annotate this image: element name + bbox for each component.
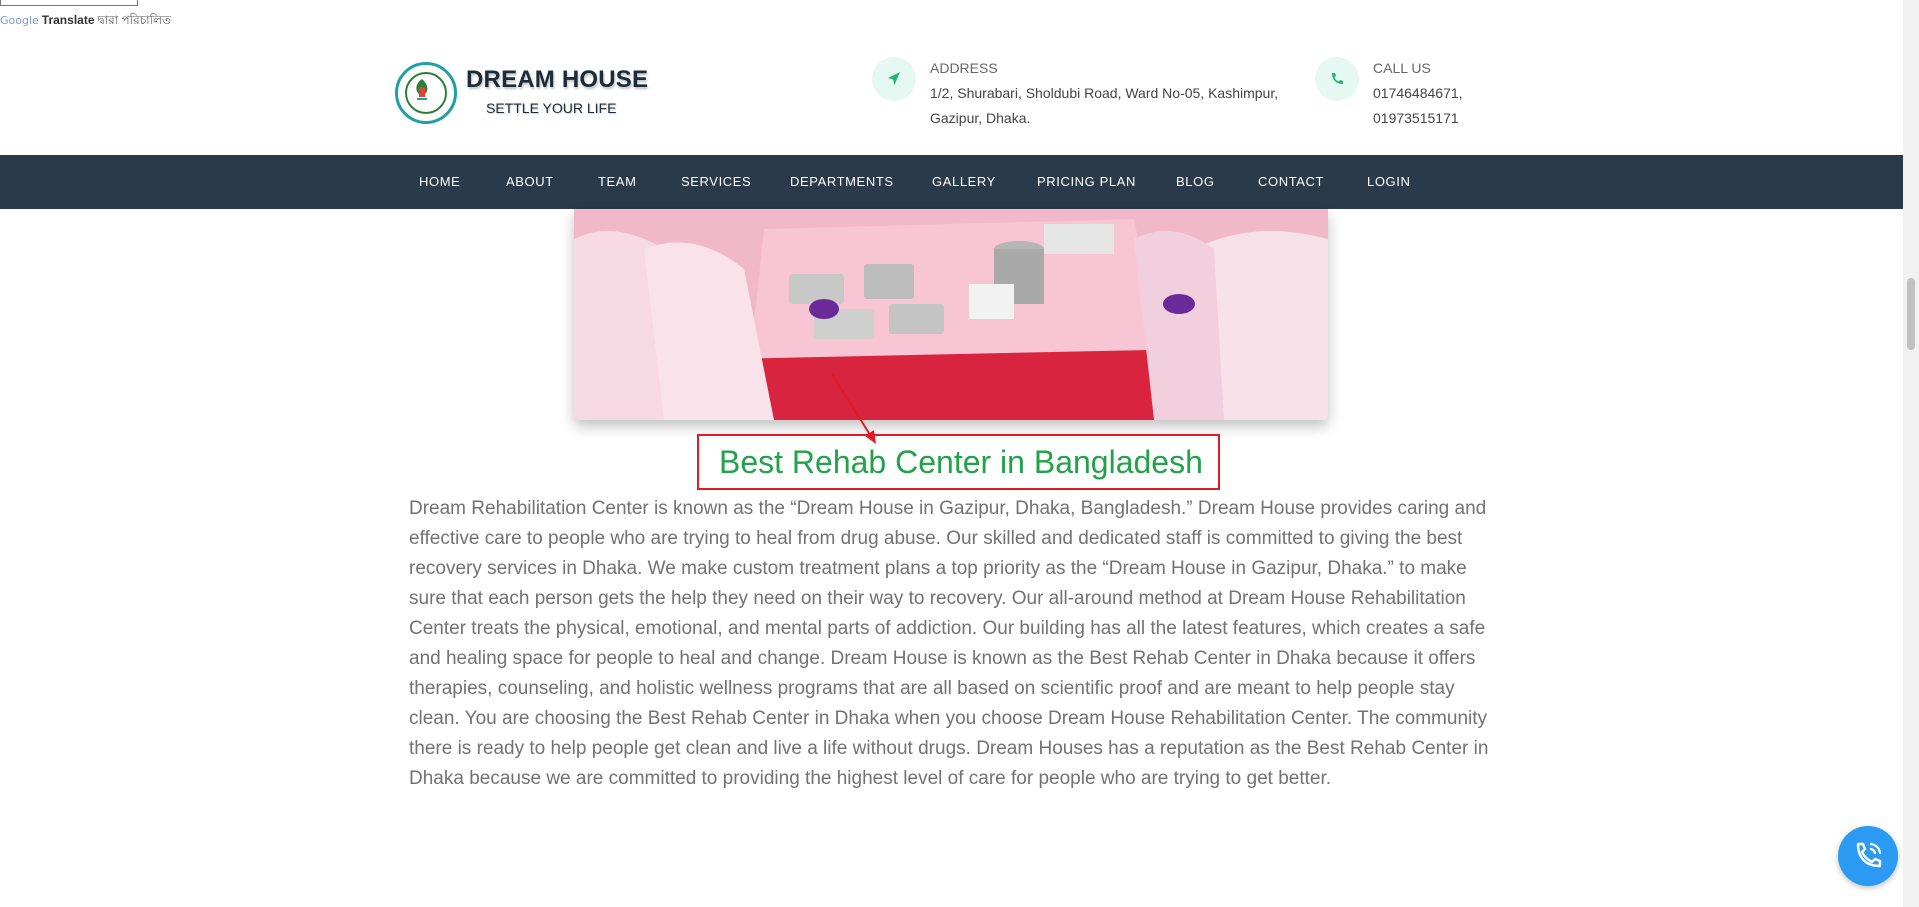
nav-item-contact[interactable]: CONTACT bbox=[1258, 155, 1324, 209]
google-translate-bar: Google Translate দ্বারা পরিচালিত bbox=[0, 12, 171, 29]
nav-item-home[interactable]: HOME bbox=[419, 155, 460, 209]
page-scrollbar[interactable] bbox=[1903, 0, 1919, 907]
brand-tagline: SETTLE YOUR LIFE bbox=[486, 100, 617, 116]
translate-suffix: দ্বারা পরিচালিত bbox=[97, 13, 172, 27]
nav-item-blog[interactable]: BLOG bbox=[1176, 155, 1215, 209]
call-fab-button[interactable] bbox=[1838, 826, 1898, 886]
nav-item-login[interactable]: LOGIN bbox=[1367, 155, 1410, 209]
hero-image bbox=[574, 209, 1328, 420]
nav-item-pricing-plan[interactable]: PRICING PLAN bbox=[1037, 155, 1136, 209]
address-label: ADDRESS bbox=[930, 60, 998, 76]
nav-item-gallery[interactable]: GALLERY bbox=[932, 155, 996, 209]
brand-name[interactable]: DREAM HOUSE bbox=[466, 66, 648, 94]
translate-link[interactable]: Translate bbox=[42, 13, 95, 27]
main-navbar: HOME ABOUT TEAM SERVICES DEPARTMENTS GAL… bbox=[0, 155, 1903, 209]
address-line-1: 1/2, Shurabari, Sholdubi Road, Ward No-0… bbox=[930, 85, 1279, 101]
phone-number-2[interactable]: 01973515171 bbox=[1373, 106, 1463, 131]
brand-logo[interactable] bbox=[395, 62, 457, 124]
scrollbar-thumb[interactable] bbox=[1907, 278, 1915, 350]
phone-number-1[interactable]: 01746484671, bbox=[1373, 81, 1463, 106]
nav-item-departments[interactable]: DEPARTMENTS bbox=[790, 155, 894, 209]
location-arrow-icon bbox=[872, 57, 916, 101]
call-numbers: 01746484671, 01973515171 bbox=[1373, 81, 1463, 131]
heading-highlight-box: Best Rehab Center in Bangladesh bbox=[697, 434, 1220, 490]
nav-item-services[interactable]: SERVICES bbox=[681, 155, 751, 209]
call-label: CALL US bbox=[1373, 60, 1431, 76]
nav-item-about[interactable]: ABOUT bbox=[506, 155, 554, 209]
address-line-2: Gazipur, Dhaka. bbox=[930, 110, 1031, 126]
phone-icon bbox=[1315, 57, 1359, 101]
address-text: 1/2, Shurabari, Sholdubi Road, Ward No-0… bbox=[930, 81, 1278, 131]
section-heading: Best Rehab Center in Bangladesh bbox=[719, 444, 1203, 480]
logo-mark-icon bbox=[416, 79, 428, 100]
body-paragraph: Dream Rehabilitation Center is known as … bbox=[409, 498, 1489, 789]
google-logo-text: Google bbox=[0, 14, 39, 27]
phone-call-icon bbox=[1856, 842, 1882, 868]
translate-language-select[interactable] bbox=[0, 0, 138, 6]
nav-item-team[interactable]: TEAM bbox=[598, 155, 637, 209]
